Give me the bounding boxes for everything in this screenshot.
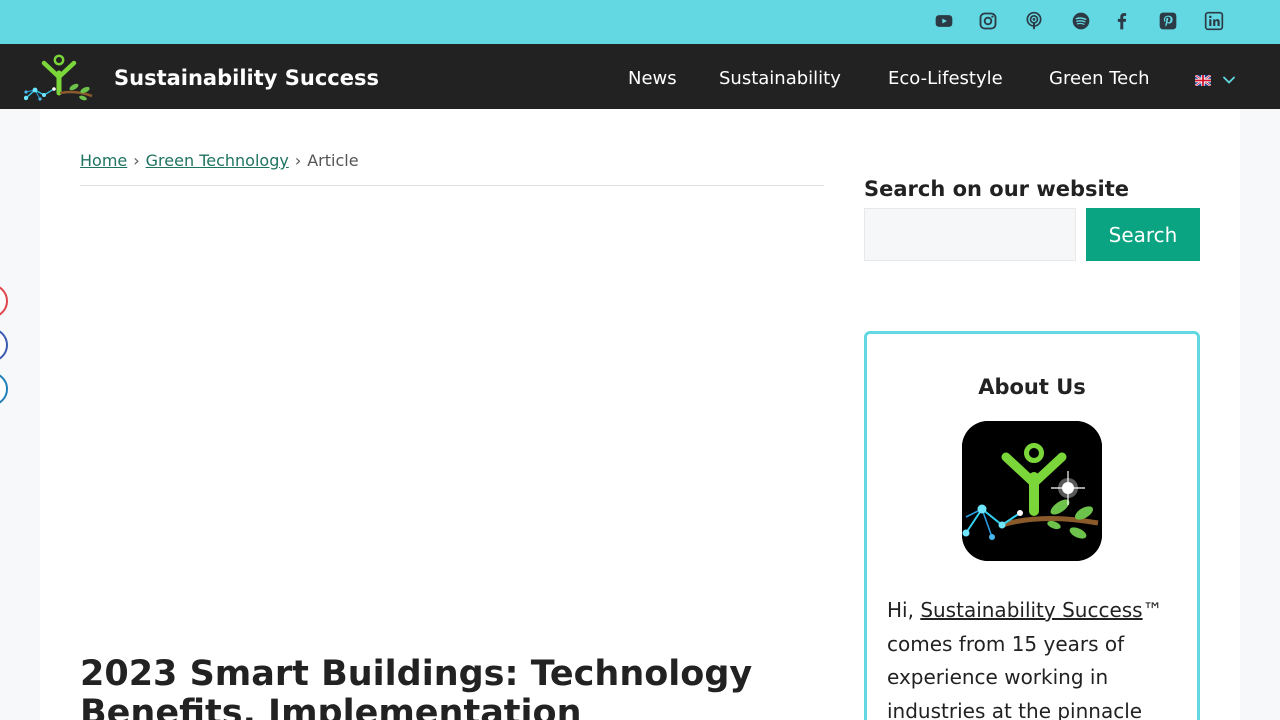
instagram-icon[interactable] <box>976 9 1000 33</box>
spotify-icon[interactable] <box>1069 9 1093 33</box>
search-heading: Search on our website <box>864 177 1129 201</box>
breadcrumb-current: Article <box>307 151 359 170</box>
chevron-down-icon <box>1223 76 1235 84</box>
search-input[interactable] <box>864 208 1076 261</box>
breadcrumb-home-link[interactable]: Home <box>80 151 127 170</box>
uk-flag-icon <box>1195 74 1211 86</box>
nav-item-sustainability[interactable]: Sustainability <box>719 68 841 89</box>
language-selector[interactable] <box>1195 72 1241 88</box>
about-logo-image <box>962 421 1102 561</box>
about-heading: About Us <box>978 375 1086 399</box>
site-title[interactable]: Sustainability Success <box>114 66 379 90</box>
youtube-icon[interactable] <box>932 9 956 33</box>
search-button[interactable]: Search <box>1086 208 1200 261</box>
share-linkedin-button[interactable] <box>0 372 8 406</box>
about-us-widget: About Us Hi, Sustainability Success™ com… <box>864 331 1200 720</box>
top-social-bar <box>0 0 1280 44</box>
about-description: Hi, Sustainability Success™ comes from 1… <box>887 594 1187 720</box>
breadcrumb-separator: › <box>294 151 302 170</box>
nav-item-news[interactable]: News <box>628 68 677 89</box>
nav-item-green-tech[interactable]: Green Tech <box>1049 68 1150 89</box>
share-facebook-button[interactable] <box>0 328 8 362</box>
linkedin-icon[interactable] <box>1202 9 1226 33</box>
breadcrumb-separator: › <box>133 151 140 170</box>
article-title: 2023 Smart Buildings: Technology Benefit… <box>80 654 753 720</box>
pinterest-icon[interactable] <box>1156 9 1180 33</box>
facebook-icon[interactable] <box>1110 9 1134 33</box>
nav-item-eco-lifestyle[interactable]: Eco-Lifestyle <box>888 68 1003 89</box>
about-prefix: Hi, <box>887 598 921 622</box>
main-navbar: Sustainability Success News Sustainabili… <box>0 44 1280 109</box>
breadcrumb-category-link[interactable]: Green Technology <box>146 151 289 170</box>
share-pinterest-button[interactable] <box>0 284 8 318</box>
about-site-link[interactable]: Sustainability Success <box>920 598 1142 622</box>
breadcrumb-divider <box>80 185 824 186</box>
site-logo[interactable] <box>23 53 96 101</box>
breadcrumb: Home › Green Technology › Article <box>80 151 359 170</box>
podcast-icon[interactable] <box>1022 9 1046 33</box>
